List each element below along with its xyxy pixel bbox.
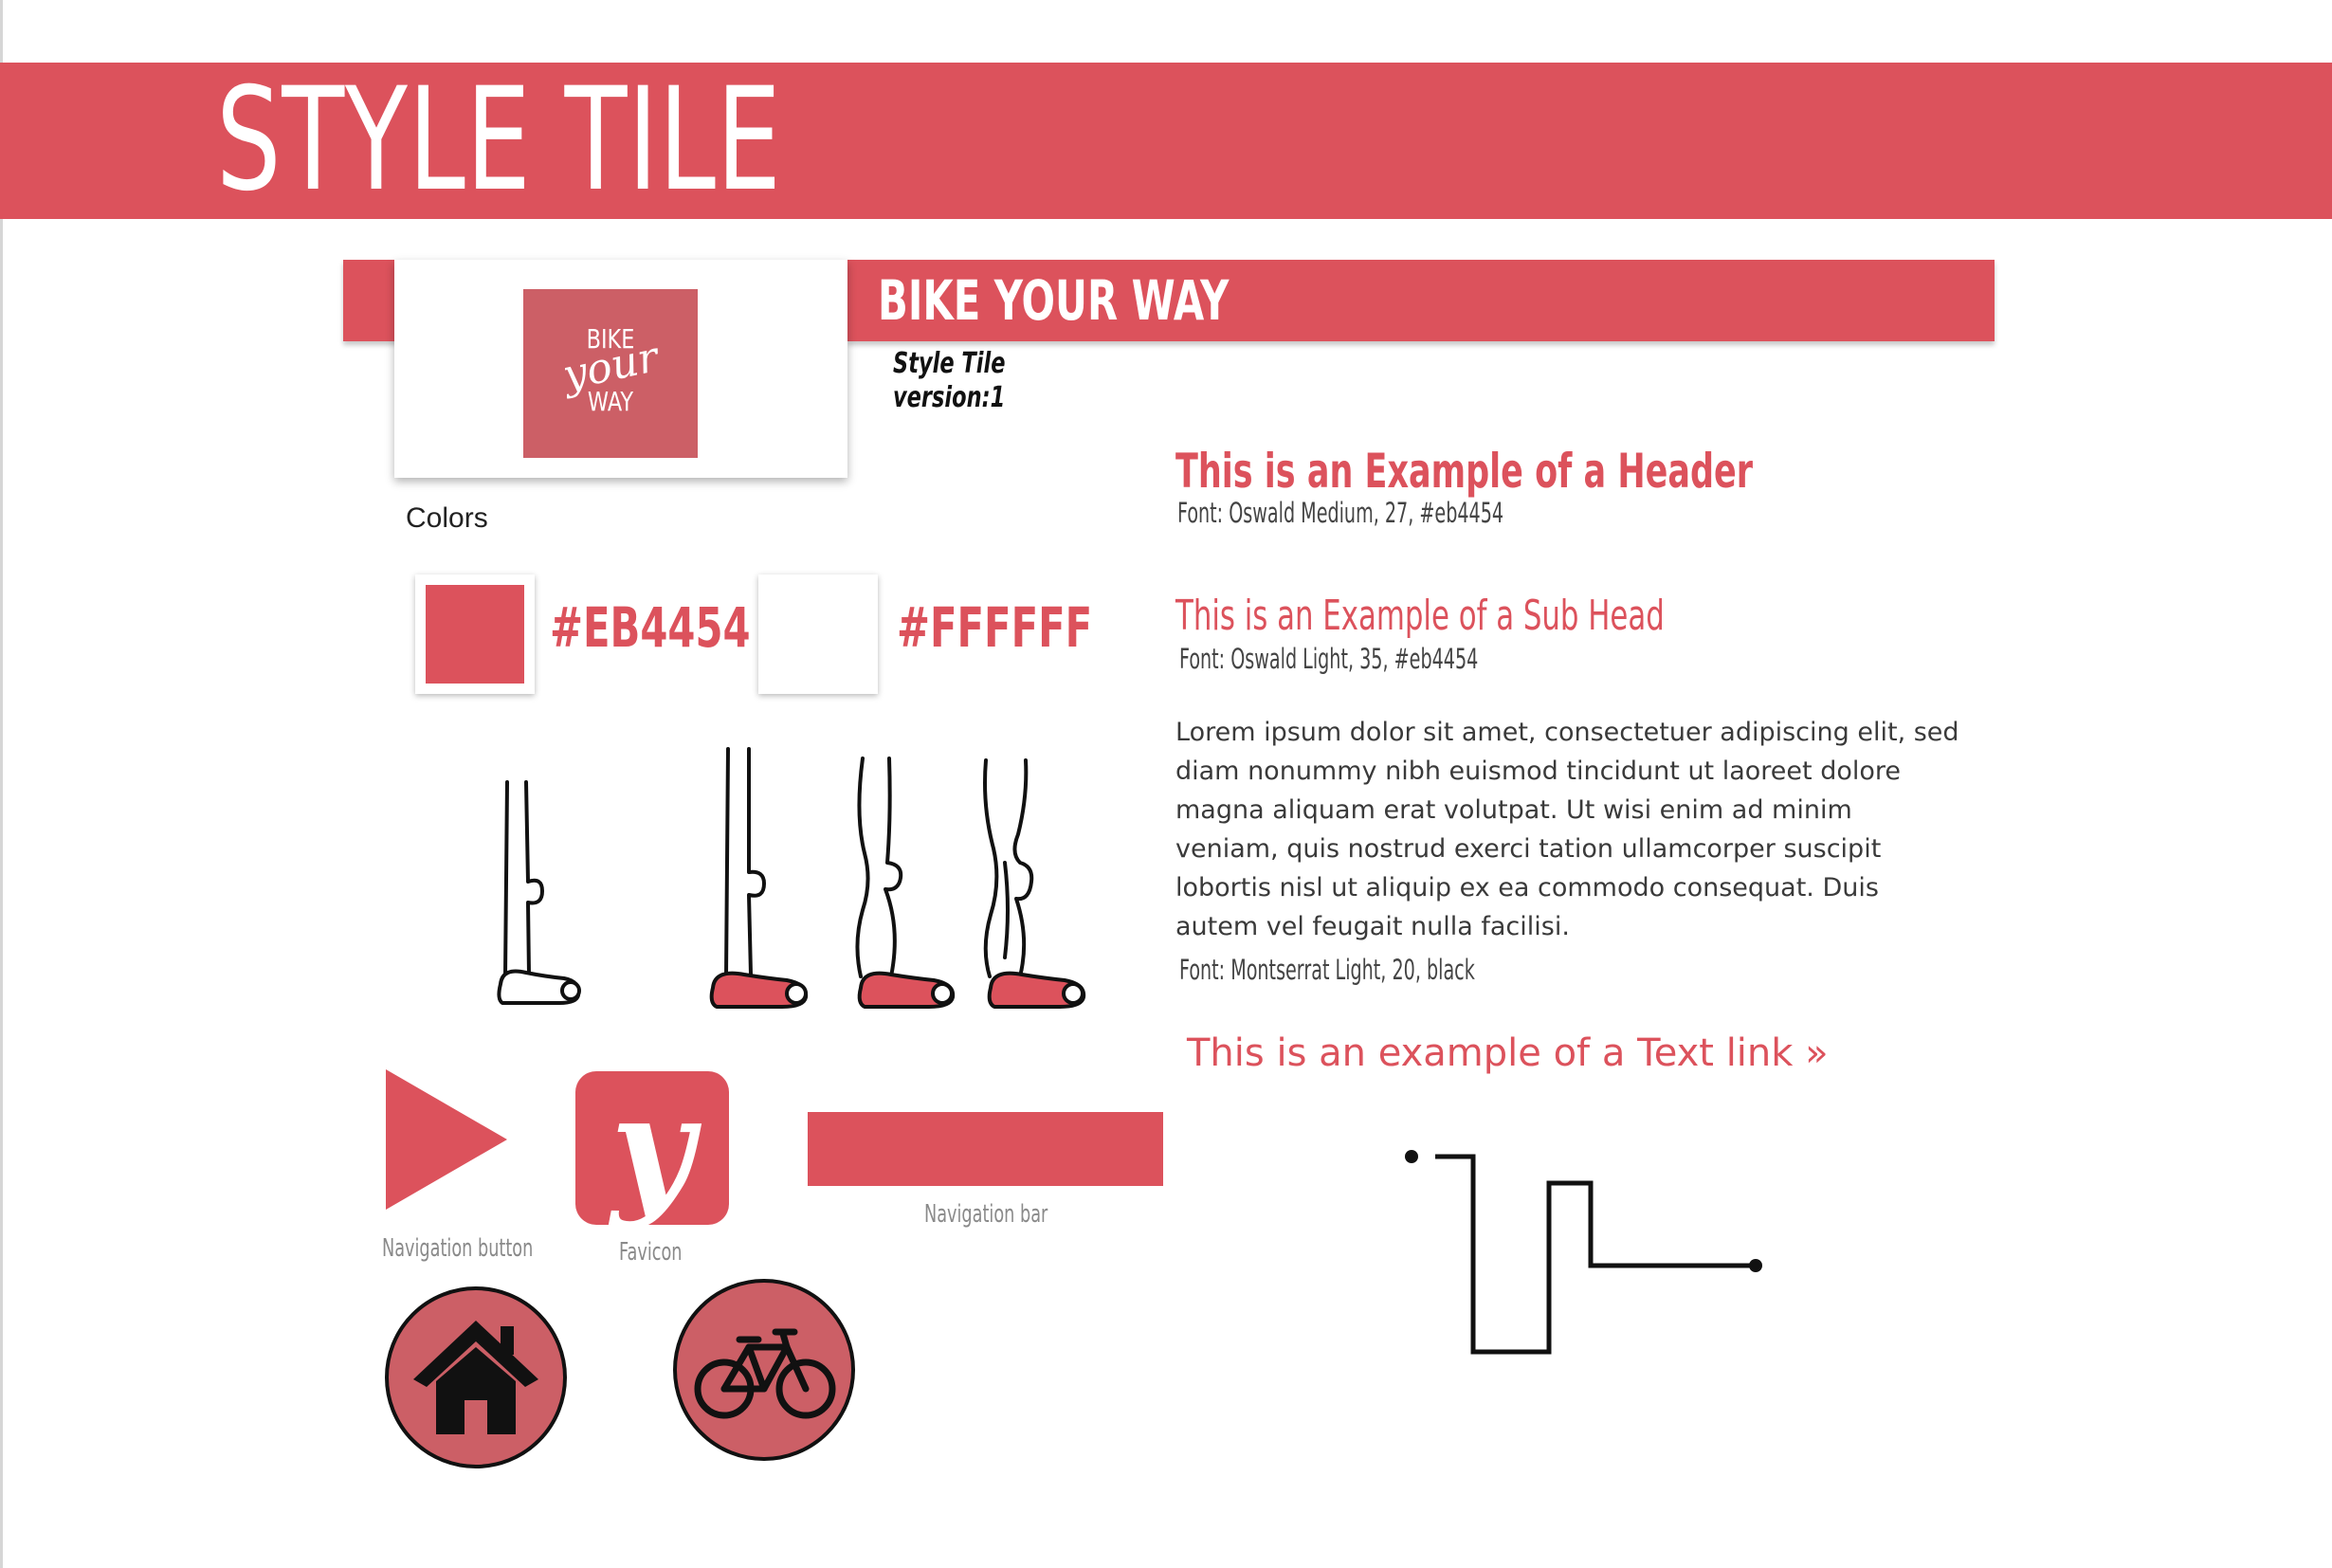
leg-illustration-3 [855,757,956,1009]
header-font-spec: Font: Oswald Medium, 27, #eb4454 [1177,497,1504,529]
page-title: STYLE TILE [216,58,782,223]
body-font-spec: Font: Montserrat Light, 20, black [1179,954,1475,986]
brand-accent-tab [343,260,400,341]
style-tile-label: Style Tile [893,347,1006,380]
color-swatch-red [415,574,535,694]
page-left-border [0,0,3,1568]
color-hex-white: #FFFFFF [897,595,1093,660]
color-hex-red: #EB4454 [550,595,751,660]
leg-illustration-2 [709,747,809,1009]
leg-illustrations [497,747,1086,1009]
brand-logo: BIKE your WAY [523,289,698,458]
navigation-bar-sample [808,1112,1163,1186]
logo-line-way: WAY [587,386,634,417]
color-swatch-white [758,574,878,694]
favicon-glyph: y [610,1065,694,1231]
version-label: version:1 [893,381,1006,414]
color-swatch-red-fill [426,585,524,684]
leg-illustration-1 [497,780,581,1005]
colors-heading: Colors [406,502,488,534]
leg-illustration-4 [983,758,1086,1009]
body-text-example: Lorem ipsum dolor sit amet, consectetuer… [1175,718,1959,941]
line-divider-graphic [1405,1150,1762,1355]
header-example: This is an Example of a Header [1175,444,1754,499]
subhead-example: This is an Example of a Sub Head [1175,592,1665,640]
favicon-caption: Favicon [619,1238,683,1267]
play-triangle-icon [386,1069,507,1210]
subhead-font-spec: Font: Oswald Light, 35, #eb4454 [1179,643,1479,675]
favicon-preview: y [575,1071,729,1225]
home-icon[interactable] [383,1285,569,1470]
brand-title: BIKE YOUR WAY [878,268,1230,333]
text-link-example[interactable]: This is an example of a Text link » [1187,1031,1829,1075]
navbar-caption: Navigation bar [924,1200,1048,1229]
nav-button-caption: Navigation button [382,1234,534,1263]
bicycle-icon[interactable] [671,1277,857,1463]
